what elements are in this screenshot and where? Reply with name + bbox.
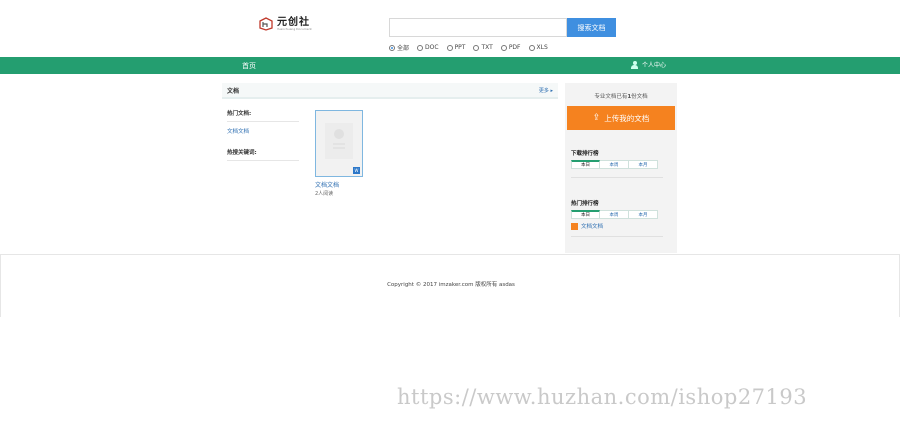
documents-panel: 文档 更多 ▸ 热门文档: 文档文档 热搜关键词: W 文档文档 2人阅读 [222, 83, 558, 253]
filter-label: 全部 [397, 45, 410, 52]
radio-icon[interactable] [473, 44, 480, 51]
radio-icon[interactable] [500, 44, 507, 51]
tab-month[interactable]: 本月 [629, 160, 658, 169]
nav-home-link[interactable]: 首页 [242, 61, 256, 71]
tab-today[interactable]: 本日 [571, 160, 600, 169]
file-type-filters: 全部 DOC PPT TXT PDF XLS [389, 43, 548, 52]
download-ranking-tabs: 本日 本周 本月 [571, 160, 668, 169]
site-logo[interactable]: 元创社 Yuanchuang Document [258, 16, 312, 32]
category-column: 热门文档: 文档文档 热搜关键词: [227, 109, 299, 161]
document-icon [571, 222, 578, 230]
watermark: https://www.huzhan.com/ishop27193 [397, 385, 808, 409]
tab-week[interactable]: 本周 [600, 210, 629, 219]
document-title-link[interactable]: 文档文档 [315, 180, 365, 189]
filter-ppt[interactable]: PPT [446, 43, 466, 52]
tab-today[interactable]: 本日 [571, 210, 600, 219]
document-placeholder-icon [325, 123, 353, 159]
tab-month[interactable]: 本月 [629, 210, 658, 219]
radio-icon[interactable] [528, 44, 535, 51]
user-center-label: 个人中心 [642, 62, 667, 69]
user-center-link[interactable]: 个人中心 [631, 60, 666, 69]
filter-txt[interactable]: TXT [473, 43, 493, 52]
hot-doc-link[interactable]: 文档文档 [227, 127, 299, 135]
copyright-text: Copyright © 2017 imzaker.com 版权所有 asdas [387, 282, 515, 288]
upload-document-button[interactable]: ⇪ 上传我的文档 [567, 106, 675, 130]
document-card: W 文档文档 2人阅读 [315, 110, 365, 197]
filter-pdf[interactable]: PDF [500, 43, 521, 52]
logo-subtitle: Yuanchuang Document [277, 26, 312, 31]
user-icon [631, 60, 638, 69]
hot-ranking: 热门排行榜 本日 本周 本月 文档文档 [571, 199, 668, 237]
filter-label: PDF [508, 44, 521, 51]
upload-icon: ⇪ [592, 112, 601, 123]
filter-all[interactable]: 全部 [389, 43, 409, 52]
filter-doc[interactable]: DOC [417, 43, 439, 52]
tagline-suffix: 份文档 [631, 94, 648, 100]
radio-icon[interactable] [389, 44, 395, 51]
word-file-icon: W [353, 167, 360, 174]
document-views: 2人阅读 [315, 191, 334, 197]
logo-text: 元创社 Yuanchuang Document [277, 16, 312, 31]
hot-keywords-title: 热搜关键词: [227, 148, 299, 161]
download-ranking-title: 下载排行榜 [571, 151, 599, 157]
upload-label: 上传我的文档 [604, 113, 650, 123]
radio-icon[interactable] [417, 44, 424, 51]
tab-week[interactable]: 本周 [600, 160, 629, 169]
radio-icon[interactable] [446, 44, 453, 51]
more-label: 更多 [538, 87, 549, 94]
document-thumbnail[interactable]: W [315, 110, 363, 177]
sidebar: 专业文档已有1份文档 ⇪ 上传我的文档 下载排行榜 本日 本周 本月 热门排行榜… [565, 83, 677, 253]
chevron-right-icon: ▸ [550, 87, 553, 94]
divider [571, 236, 663, 237]
logo-mark-icon [258, 17, 274, 31]
main-nav: 首页 个人中心 [0, 57, 900, 74]
filter-xls[interactable]: XLS [528, 43, 548, 52]
footer: Copyright © 2017 imzaker.com 版权所有 asdas [0, 254, 900, 317]
panel-title: 文档 [227, 87, 240, 95]
hot-docs-title: 热门文档: [227, 109, 299, 122]
download-ranking: 下载排行榜 本日 本周 本月 [571, 149, 668, 178]
tagline-prefix: 专业文档已有 [594, 94, 628, 100]
search-input[interactable] [389, 18, 567, 37]
search-button[interactable]: 搜索文档 [567, 18, 616, 37]
filter-label: PPT [454, 44, 466, 51]
logo-name: 元创社 [277, 16, 310, 28]
divider [571, 177, 663, 178]
hot-ranking-title: 热门排行榜 [571, 201, 599, 207]
hot-ranking-tabs: 本日 本周 本月 [571, 210, 668, 219]
filter-label: DOC [425, 44, 439, 51]
document-count-tagline: 专业文档已有1份文档 [565, 92, 677, 100]
filter-label: TXT [481, 44, 493, 51]
filter-label: XLS [536, 44, 548, 51]
documents-panel-header: 文档 更多 ▸ [222, 83, 558, 99]
hot-ranking-item-label: 文档文档 [581, 224, 604, 230]
hot-ranking-item[interactable]: 文档文档 [571, 222, 668, 230]
more-link[interactable]: 更多 ▸ [539, 87, 553, 94]
